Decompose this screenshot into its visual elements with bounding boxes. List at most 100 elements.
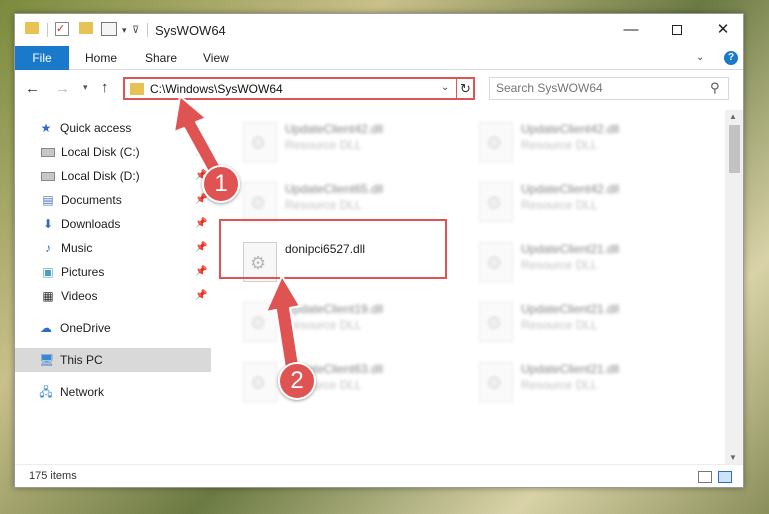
file-list: UpdateClient42.dll Resource DLL UpdateCl… xyxy=(211,110,725,464)
chevron-down-icon[interactable]: ⌄ xyxy=(441,82,449,93)
file-item[interactable]: UpdateClient21.dll Resource DLL xyxy=(473,296,703,356)
back-arrow-icon[interactable]: ← xyxy=(25,80,40,97)
sidebar-item-label: OneDrive xyxy=(60,321,111,335)
drive-icon xyxy=(41,172,55,181)
maximize-icon xyxy=(672,25,682,36)
address-path[interactable]: C:\Windows\SysWOW64 xyxy=(150,82,283,96)
file-type: Resource DLL xyxy=(521,138,598,152)
sidebar-item-quick-access[interactable]: ★ Quick access xyxy=(15,116,211,140)
file-name: UpdateClient19.dll xyxy=(285,302,384,316)
sidebar-item-videos[interactable]: ▦ Videos 📌 xyxy=(15,284,211,308)
sidebar-item-label: Downloads xyxy=(61,217,121,231)
sidebar-item-pictures[interactable]: ▣ Pictures 📌 xyxy=(15,260,211,284)
sidebar-item-downloads[interactable]: ⬇ Downloads 📌 xyxy=(15,212,211,236)
file-item[interactable]: UpdateClient21.dll Resource DLL xyxy=(473,356,703,416)
dll-file-icon xyxy=(479,362,513,402)
large-icons-view-icon[interactable] xyxy=(718,471,732,483)
navigation-pane: ★ Quick access Local Disk (C:) 📌 Local D… xyxy=(15,112,211,462)
pin-icon: 📌 xyxy=(195,146,208,157)
scroll-down-icon[interactable]: ▼ xyxy=(729,453,737,462)
new-folder-icon[interactable] xyxy=(79,22,93,34)
file-type: Resource DLL xyxy=(285,138,362,152)
pictures-icon: ▣ xyxy=(42,265,54,279)
ribbon-tabs: File Home Share View ⌄ ? xyxy=(15,46,743,70)
sidebar-item-music[interactable]: ♪ Music 📌 xyxy=(15,236,211,260)
file-name: UpdateClient65.dll xyxy=(285,182,384,196)
expand-ribbon-icon[interactable]: ⌄ xyxy=(696,52,704,63)
file-item[interactable]: UpdateClient63.dll Resource DLL xyxy=(237,356,467,416)
dll-file-icon xyxy=(243,362,277,402)
search-icon[interactable]: ⚲ xyxy=(710,80,720,96)
sidebar-item-this-pc[interactable]: 🖥 This PC xyxy=(15,348,211,372)
sidebar-item-label: Videos xyxy=(61,289,98,303)
file-type: Resource DLL xyxy=(521,198,598,212)
maximize-button[interactable] xyxy=(654,14,700,46)
customize-toolbar-icon[interactable]: ⊽ xyxy=(132,22,139,38)
sidebar-item-local-disk-d[interactable]: Local Disk (D:) 📌 xyxy=(15,164,211,188)
address-bar[interactable]: C:\Windows\SysWOW64 ⌄ ↻ xyxy=(123,77,475,100)
file-item[interactable]: UpdateClient42.dll Resource DLL xyxy=(473,116,703,176)
help-icon[interactable]: ? xyxy=(724,51,738,65)
sidebar-item-onedrive[interactable]: ☁ OneDrive xyxy=(15,316,211,340)
file-type: Resource DLL xyxy=(285,318,362,332)
sidebar-item-label: This PC xyxy=(60,353,103,367)
dll-file-icon xyxy=(479,302,513,342)
forward-arrow-icon[interactable]: → xyxy=(55,80,70,97)
navigation-bar: ← → ▾ ↑ C:\Windows\SysWOW64 ⌄ ↻ ⚲ xyxy=(15,71,743,106)
file-type: Resource DLL xyxy=(521,318,598,332)
scrollbar-thumb[interactable] xyxy=(729,125,740,173)
recent-locations-icon[interactable]: ▾ xyxy=(83,82,88,93)
properties-check-icon[interactable]: ✓ xyxy=(55,22,69,36)
dll-file-icon xyxy=(479,182,513,222)
cloud-icon: ☁ xyxy=(40,321,52,335)
refresh-icon[interactable]: ↻ xyxy=(456,77,474,100)
film-icon: ▦ xyxy=(42,289,54,303)
scroll-up-icon[interactable]: ▲ xyxy=(729,112,737,121)
tab-share[interactable]: Share xyxy=(145,46,177,70)
divider xyxy=(147,23,148,37)
sidebar-item-label: Documents xyxy=(61,193,122,207)
highlight-box-file xyxy=(219,219,447,279)
sidebar-item-local-disk-c[interactable]: Local Disk (C:) 📌 xyxy=(15,140,211,164)
pin-icon: 📌 xyxy=(195,290,208,301)
up-arrow-icon[interactable]: ↑ xyxy=(101,79,109,96)
tab-home[interactable]: Home xyxy=(85,46,117,70)
title-bar: ✓ ▾ ⊽ SysWOW64 — ✕ xyxy=(15,14,743,46)
file-name: UpdateClient42.dll xyxy=(521,182,620,196)
file-item[interactable]: UpdateClient21.dll Resource DLL xyxy=(473,236,703,296)
vertical-scrollbar[interactable]: ▲ ▼ xyxy=(725,110,743,464)
search-box[interactable]: ⚲ xyxy=(489,77,729,100)
details-view-icon[interactable] xyxy=(698,471,712,483)
star-icon: ★ xyxy=(40,121,52,135)
sidebar-item-label: Local Disk (C:) xyxy=(61,145,140,159)
item-count: 175 items xyxy=(29,470,77,482)
download-arrow-icon: ⬇ xyxy=(42,217,54,231)
documents-icon: ▤ xyxy=(42,193,54,207)
sidebar-item-network[interactable]: 🖧 Network xyxy=(15,380,211,404)
status-bar: 175 items xyxy=(15,464,743,487)
file-item[interactable]: UpdateClient42.dll Resource DLL xyxy=(237,116,467,176)
file-item[interactable]: UpdateClient19.dll Resource DLL xyxy=(237,296,467,356)
rename-icon[interactable] xyxy=(101,22,117,36)
pin-icon: 📌 xyxy=(195,242,208,253)
minimize-button[interactable]: — xyxy=(608,14,654,46)
step-badge-2: 2 xyxy=(278,362,316,400)
chevron-down-icon[interactable]: ▾ xyxy=(122,22,127,38)
search-input[interactable] xyxy=(496,81,706,95)
drive-icon xyxy=(41,148,55,157)
close-button[interactable]: ✕ xyxy=(700,14,743,46)
sidebar-item-documents[interactable]: ▤ Documents 📌 xyxy=(15,188,211,212)
file-type: Resource DLL xyxy=(521,258,598,272)
sidebar-item-label: Local Disk (D:) xyxy=(61,169,140,183)
folder-icon xyxy=(25,22,39,34)
tab-view[interactable]: View xyxy=(203,46,229,70)
sidebar-item-label: Music xyxy=(61,241,93,255)
file-type: Resource DLL xyxy=(521,378,598,392)
sidebar-item-label: Pictures xyxy=(61,265,105,279)
file-item[interactable]: UpdateClient42.dll Resource DLL xyxy=(473,176,703,236)
tab-file[interactable]: File xyxy=(15,46,69,70)
sidebar-item-label: Network xyxy=(60,385,105,399)
file-type: Resource DLL xyxy=(285,198,362,212)
dll-file-icon xyxy=(479,242,513,282)
file-name: UpdateClient42.dll xyxy=(521,122,620,136)
